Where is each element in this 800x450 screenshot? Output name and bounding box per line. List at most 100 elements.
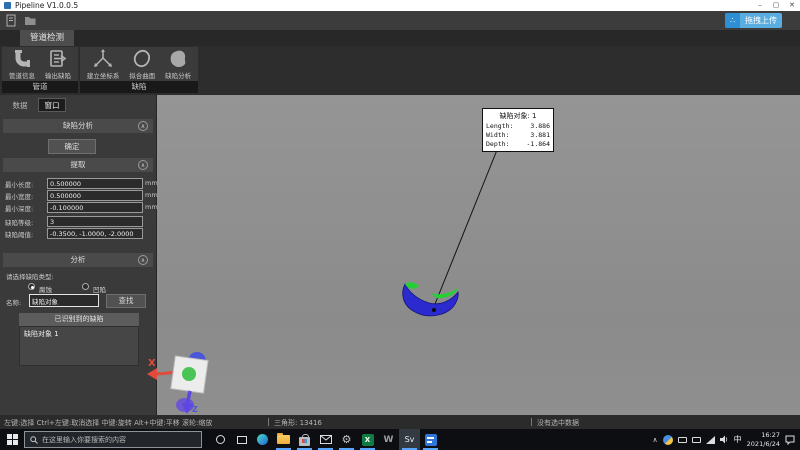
start-button[interactable] [0, 429, 24, 450]
edge-icon[interactable] [252, 429, 273, 450]
depth-value: -1.864 [527, 140, 550, 149]
pipeline-info-button[interactable]: 管道信息 [9, 49, 35, 80]
radio-corrosion[interactable] [28, 283, 35, 290]
volume-icon[interactable] [720, 435, 729, 444]
section-header-analysis[interactable]: 分析 ∧ [3, 253, 153, 267]
tab-pipeline-inspection[interactable]: 管道检测 [20, 30, 74, 46]
group-label-defect: 缺陷 [80, 81, 198, 93]
coordinate-gizmo[interactable]: X Z [145, 348, 219, 414]
settings-gear-icon[interactable]: ⚙ [336, 429, 357, 450]
app-icon [4, 2, 11, 9]
clock[interactable]: 16:27 2021/6/24 [747, 431, 780, 447]
annotation-width-row: Width: 3.881 [486, 131, 550, 140]
search-input[interactable] [42, 436, 201, 444]
cortana-icon[interactable] [210, 429, 231, 450]
field-min-depth: 最小深度: mm [0, 202, 157, 213]
min-length-unit: mm [145, 179, 158, 187]
network-icon[interactable] [706, 436, 715, 444]
file-explorer-icon[interactable] [273, 429, 294, 450]
taskbar-search[interactable] [24, 431, 202, 448]
create-coordinate-system-button[interactable]: 建立坐标系 [87, 49, 120, 80]
defect-type-radios: 腐蚀 凹陷 [0, 282, 157, 292]
status-separator [531, 418, 532, 426]
new-file-icon[interactable] [5, 14, 18, 27]
tray-chevron-icon[interactable]: ∧ [653, 436, 658, 444]
viewport-3d[interactable]: 缺陷对象: 1 Length: 3.886 Width: 3.881 Depth… [157, 95, 800, 415]
name-input[interactable] [29, 294, 99, 307]
export-defects-label: 输出缺陷 [45, 70, 71, 80]
group-label-pipeline: 管道 [2, 81, 78, 93]
field-defect-level: 缺陷等级: [0, 216, 157, 227]
defect-threshold-input[interactable] [47, 228, 143, 239]
app-window: Pipeline V1.0.0.5 – ▢ ✕ ∴ 拖拽上传 管道检测 [0, 0, 800, 450]
name-label: 名称: [6, 297, 21, 307]
name-row: 名称: 查找 [0, 294, 157, 309]
collapse-chevron-icon[interactable]: ∧ [138, 255, 148, 265]
defect-annotation: 缺陷对象: 1 Length: 3.886 Width: 3.881 Depth… [482, 108, 554, 152]
selection-status: 没有选中数据 [537, 418, 579, 428]
excel-icon[interactable]: X [357, 429, 378, 450]
confirm-button[interactable]: 确定 [48, 139, 96, 154]
section-header-extract[interactable]: 提取 ∧ [3, 158, 153, 172]
find-button[interactable]: 查找 [106, 294, 146, 308]
export-defects-button[interactable]: 输出缺陷 [45, 49, 71, 80]
radio-dent[interactable] [82, 283, 89, 290]
windows-taskbar: ⚙ X W Sv ∧ 中 16:27 2021/6/24 [0, 429, 800, 450]
defect-mesh[interactable] [398, 278, 462, 320]
tray-battery-icon[interactable] [692, 437, 701, 443]
tray-device-icon[interactable] [678, 437, 687, 443]
task-view-icon[interactable] [231, 429, 252, 450]
status-bar: 左键:选择 Ctrl+左键:取消选择 中键:旋转 Alt+中键:平移 滚轮:缩放… [0, 415, 800, 429]
mail-icon[interactable] [315, 429, 336, 450]
ribbon-group-defect: 建立坐标系 拟合曲面 缺陷分析 缺陷 [80, 47, 198, 93]
fit-surface-button[interactable]: 拟合曲面 [129, 49, 155, 80]
defect-level-input[interactable] [47, 216, 143, 227]
window-title: Pipeline V1.0.0.5 [15, 1, 78, 10]
app-sv-icon[interactable]: Sv [399, 429, 420, 450]
upload-badge[interactable]: ∴ 拖拽上传 [725, 13, 782, 28]
app-blue-icon[interactable] [420, 429, 441, 450]
left-panel: 数据 窗口 缺陷分析 ∧ 确定 提取 ∧ 最小长度: mm 最小宽度: mm 最… [0, 95, 157, 415]
annotation-depth-row: Depth: -1.864 [486, 140, 550, 149]
section-title-defect-analysis: 缺陷分析 [63, 121, 93, 130]
leader-line [157, 95, 800, 415]
section-header-defect-analysis[interactable]: 缺陷分析 ∧ [3, 119, 153, 133]
close-button[interactable]: ✕ [784, 0, 800, 11]
defect-analysis-label: 缺陷分析 [165, 70, 191, 80]
create-coordinate-system-label: 建立坐标系 [87, 70, 120, 80]
triangle-count: 三角形: 13416 [274, 418, 322, 428]
mouse-hints: 左键:选择 Ctrl+左键:取消选择 中键:旋转 Alt+中键:平移 滚轮:缩放 [4, 418, 212, 428]
tab-window[interactable]: 窗口 [38, 98, 66, 112]
tray-app-icon[interactable] [663, 435, 673, 445]
app-w-glyph: W [384, 435, 394, 445]
maximize-button[interactable]: ▢ [768, 0, 784, 11]
collapse-chevron-icon[interactable]: ∧ [138, 121, 148, 131]
collapse-chevron-icon[interactable]: ∧ [138, 160, 148, 170]
ribbon-tab-row: 管道检测 [0, 30, 800, 46]
radio-corrosion-label[interactable]: 腐蚀 [39, 284, 52, 294]
z-axis-label: Z [192, 405, 198, 414]
ribbon-group-pipeline: 管道信息 输出缺陷 管道 [2, 47, 78, 93]
list-item[interactable]: 缺陷对象 1 [20, 327, 138, 341]
pipeline-info-label: 管道信息 [9, 70, 35, 80]
search-icon [30, 436, 38, 444]
action-center-icon[interactable] [785, 435, 795, 445]
minimize-button[interactable]: – [752, 0, 768, 11]
tab-data[interactable]: 数据 [6, 99, 34, 113]
app-w-icon[interactable]: W [378, 429, 399, 450]
store-icon[interactable] [294, 429, 315, 450]
radio-dent-label[interactable]: 凹陷 [93, 284, 106, 294]
min-length-input[interactable] [47, 178, 143, 189]
windows-logo-icon [7, 434, 18, 445]
min-width-input[interactable] [47, 190, 143, 201]
ime-indicator[interactable]: 中 [734, 434, 742, 445]
open-folder-icon[interactable] [24, 14, 37, 27]
depth-label: Depth: [486, 140, 509, 149]
length-value: 3.886 [530, 122, 550, 131]
defect-analysis-button[interactable]: 缺陷分析 [165, 49, 191, 80]
min-depth-input[interactable] [47, 202, 143, 213]
status-separator [268, 418, 269, 426]
blob-solid-icon [168, 49, 188, 69]
gear-glyph: ⚙ [342, 433, 352, 446]
upload-badge-label: 拖拽上传 [740, 15, 782, 26]
